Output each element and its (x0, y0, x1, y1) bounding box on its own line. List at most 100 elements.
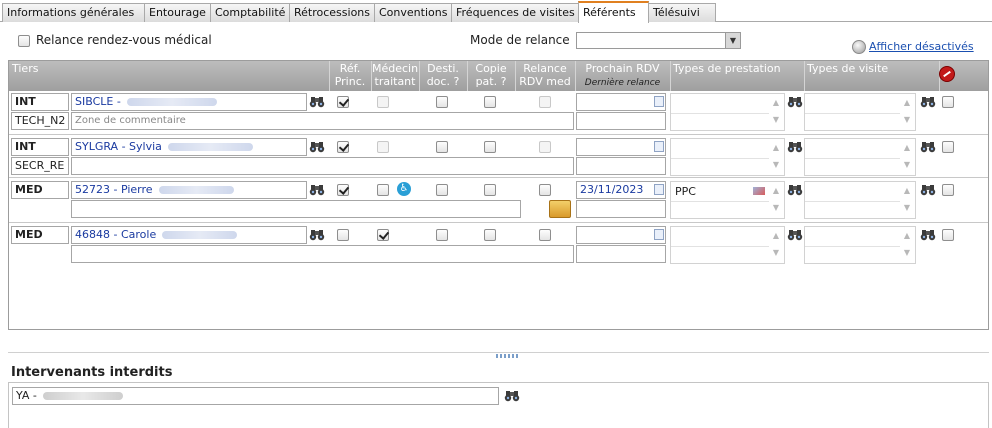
types-prestation-list[interactable]: ▲ ▼ (670, 138, 785, 176)
grid-header: Tiers Réf. Princ. Médecin traitant Desti. d… (9, 61, 988, 91)
tiers-type: INT (11, 138, 69, 156)
relance-rdv-checkbox[interactable] (18, 35, 30, 47)
types-prestation-list[interactable]: ▲ ▼ (670, 226, 785, 264)
ref-princ-checkbox[interactable] (337, 184, 349, 196)
types-visite-list[interactable]: ▲ ▼ (804, 226, 916, 264)
calendar-icon[interactable] (654, 229, 664, 240)
binoculars-icon[interactable] (504, 390, 520, 402)
relance-rdv-checkbox[interactable] (539, 229, 551, 241)
header-types-visite: Types de visite (807, 62, 889, 75)
desti-doc-checkbox[interactable] (436, 141, 448, 153)
types-prestation-list[interactable]: ▲ ▼ (670, 93, 785, 131)
comment-input[interactable] (71, 245, 574, 263)
calendar-icon[interactable] (654, 141, 664, 152)
tab-telesuivi[interactable]: Télésuivi (648, 3, 716, 22)
scroll-arrows[interactable]: ▲ ▼ (899, 139, 915, 175)
binoculars-icon[interactable] (920, 96, 936, 108)
tab-frequences-de-visites[interactable]: Fréquences de visites (451, 3, 579, 22)
scroll-arrows[interactable]: ▲ ▼ (899, 182, 915, 218)
binoculars-icon[interactable] (920, 229, 936, 241)
desti-doc-checkbox[interactable] (436, 184, 448, 196)
binoculars-icon[interactable] (309, 184, 325, 196)
tab-retrocessions[interactable]: Rétrocessions (289, 3, 375, 22)
interdits-input[interactable]: YA - (12, 387, 499, 405)
scroll-arrows[interactable]: ▲ ▼ (768, 227, 784, 263)
ref-princ-checkbox[interactable] (337, 229, 349, 241)
binoculars-icon[interactable] (920, 141, 936, 153)
scroll-arrows[interactable]: ▲ ▼ (899, 227, 915, 263)
tiers-name-input[interactable]: SIBCLE - (71, 93, 307, 111)
calendar-icon[interactable] (654, 184, 664, 195)
tab-bar: Informations générales Entourage Comptab… (0, 0, 992, 23)
desti-doc-checkbox[interactable] (436, 229, 448, 241)
referents-grid: Tiers Réf. Princ. Médecin traitant Desti. d… (8, 60, 989, 330)
binoculars-icon[interactable] (787, 141, 803, 153)
header-relance-rdv-med: Relance RDV med (519, 62, 571, 88)
comment-input[interactable] (71, 200, 521, 218)
scroll-arrows[interactable]: ▲ ▼ (768, 182, 784, 218)
relance-rdv-checkbox[interactable] (539, 184, 551, 196)
relance-rdv-checkbox (539, 96, 551, 108)
eraser-icon[interactable] (753, 187, 765, 195)
tiers-name-input[interactable]: 52723 - Pierre (71, 181, 307, 199)
tab-conventions[interactable]: Conventions (374, 3, 452, 22)
tiers-subtype: TECH_N2 (11, 112, 69, 130)
tab-referents[interactable]: Référents (578, 1, 649, 23)
desti-doc-checkbox[interactable] (436, 96, 448, 108)
ref-princ-checkbox[interactable] (337, 96, 349, 108)
binoculars-icon[interactable] (309, 141, 325, 153)
prochain-rdv-input[interactable] (576, 138, 666, 156)
copie-pat-checkbox[interactable] (484, 141, 496, 153)
prochain-rdv-input[interactable] (576, 226, 666, 244)
binoculars-icon[interactable] (309, 229, 325, 241)
header-derniere-relance: Dernière relance (584, 78, 661, 88)
header-desti-doc: Desti. doc. ? (426, 62, 460, 88)
desactiver-checkbox[interactable] (942, 96, 954, 108)
copie-pat-checkbox[interactable] (484, 96, 496, 108)
comment-input[interactable] (71, 157, 574, 175)
tiers-name-input[interactable]: SYLGRA - Sylvia (71, 138, 307, 156)
chevron-down-icon[interactable]: ▼ (725, 33, 740, 48)
package-icon[interactable] (549, 200, 571, 218)
binoculars-icon[interactable] (787, 184, 803, 196)
desactiver-checkbox[interactable] (942, 229, 954, 241)
calendar-icon[interactable] (654, 96, 664, 107)
tiers-name-input[interactable]: 46848 - Carole (71, 226, 307, 244)
prochain-rdv-input[interactable] (576, 93, 666, 111)
desactiver-checkbox[interactable] (942, 141, 954, 153)
binoculars-icon[interactable] (787, 96, 803, 108)
tab-informations-generales[interactable]: Informations générales (2, 3, 145, 22)
derniere-relance-input (576, 200, 666, 218)
mode-relance-select[interactable]: ▼ (576, 32, 741, 49)
binoculars-icon[interactable] (920, 184, 936, 196)
tab-comptabilite[interactable]: Comptabilité (210, 3, 290, 22)
relance-rdv-label: Relance rendez-vous médical (36, 33, 212, 47)
medecin-traitant-checkbox[interactable] (377, 229, 389, 241)
comment-input[interactable]: Zone de commentaire (71, 112, 574, 130)
types-visite-list[interactable]: ▲ ▼ (804, 181, 916, 219)
scroll-arrows[interactable]: ▲ ▼ (899, 94, 915, 130)
splitter-grip[interactable] (496, 354, 518, 358)
types-visite-list[interactable]: ▲ ▼ (804, 138, 916, 176)
types-visite-list[interactable]: ▲ ▼ (804, 93, 916, 131)
medecin-traitant-checkbox[interactable] (377, 184, 389, 196)
tab-entourage[interactable]: Entourage (144, 3, 211, 22)
relance-rdv-checkbox (539, 141, 551, 153)
scroll-arrows[interactable]: ▲ ▼ (768, 139, 784, 175)
panel-splitter[interactable] (8, 352, 989, 358)
globe-icon[interactable] (852, 40, 866, 54)
ref-princ-checkbox[interactable] (337, 141, 349, 153)
types-prestation-list[interactable]: PPC ▲ ▼ (670, 181, 785, 219)
mode-relance-label: Mode de relance (470, 33, 570, 47)
binoculars-icon[interactable] (309, 96, 325, 108)
copie-pat-checkbox[interactable] (484, 184, 496, 196)
prochain-rdv-input[interactable]: 23/11/2023 (576, 181, 666, 199)
scroll-arrows[interactable]: ▲ ▼ (768, 94, 784, 130)
redacted-name (158, 186, 234, 194)
binoculars-icon[interactable] (787, 229, 803, 241)
copie-pat-checkbox[interactable] (484, 229, 496, 241)
tiers-type: MED (11, 226, 69, 244)
afficher-desactives-link[interactable]: Afficher désactivés (869, 40, 974, 53)
no-entry-icon[interactable] (939, 66, 955, 82)
desactiver-checkbox[interactable] (942, 184, 954, 196)
